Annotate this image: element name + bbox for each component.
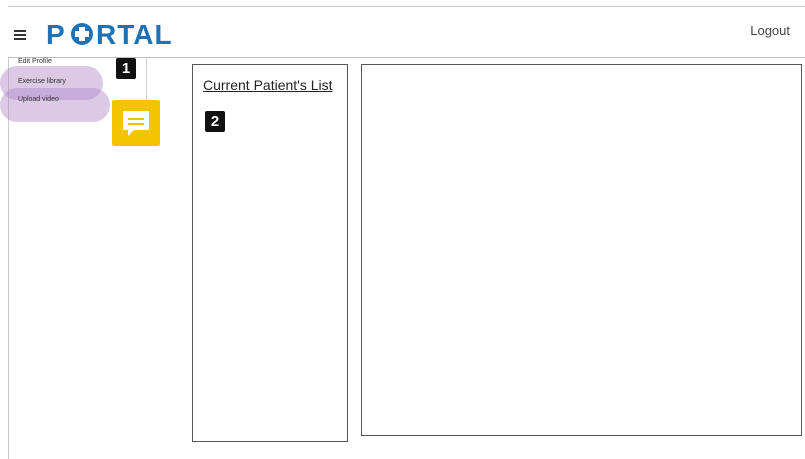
annotation-badge-2: 2 bbox=[205, 111, 225, 132]
hamburger-menu-icon[interactable] bbox=[14, 30, 26, 42]
logout-link[interactable]: Logout bbox=[750, 23, 790, 38]
sidebar-item-upload-video[interactable]: Upload video bbox=[18, 96, 59, 103]
comment-icon[interactable] bbox=[112, 100, 160, 146]
portal-logo-mark: P RTAL bbox=[46, 20, 173, 48]
highlight-scribble-2 bbox=[0, 88, 110, 122]
comment-bubble-icon bbox=[123, 111, 149, 136]
sidebar-item-edit-profile[interactable]: Edit Profile bbox=[18, 58, 52, 65]
portal-logo: P RTAL bbox=[46, 20, 196, 48]
svg-text:P: P bbox=[46, 20, 65, 48]
annotation-badge-1: 1 bbox=[116, 58, 136, 79]
svg-text:RTAL: RTAL bbox=[96, 20, 173, 48]
sidebar-item-exercise-library[interactable]: Exercise library bbox=[18, 78, 66, 85]
content-panel bbox=[361, 64, 802, 436]
patient-list-title: Current Patient's List bbox=[203, 77, 333, 93]
